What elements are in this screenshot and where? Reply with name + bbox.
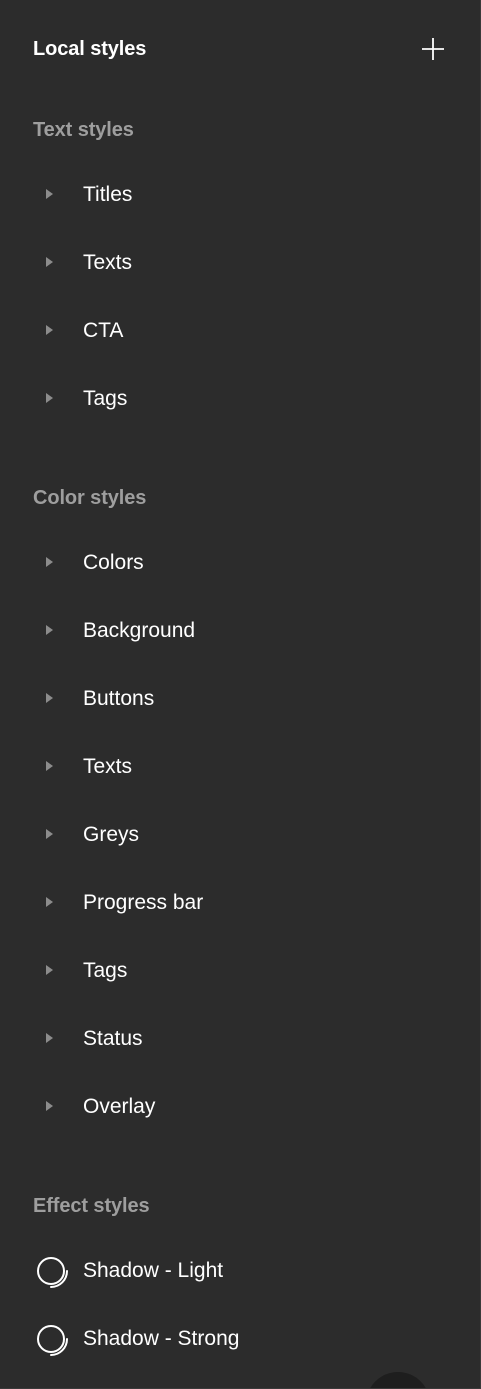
caret-right-icon[interactable] — [46, 1101, 53, 1111]
plus-icon — [422, 38, 444, 60]
local-styles-panel: Local styles Text styles Titles Texts CT… — [0, 0, 481, 1389]
style-group-tags[interactable]: Tags — [0, 937, 480, 1005]
style-group-label: Status — [83, 1027, 143, 1050]
style-group-label: CTA — [83, 319, 124, 342]
style-group-label: Colors — [83, 551, 144, 574]
style-group-label: Titles — [83, 183, 133, 206]
style-group-label: Background — [83, 619, 196, 642]
style-group-overlay[interactable]: Overlay — [0, 1073, 480, 1141]
caret-right-icon[interactable] — [46, 693, 53, 703]
caret-right-icon[interactable] — [46, 1033, 53, 1043]
section-title-effect-styles: Effect styles — [33, 1195, 150, 1217]
style-group-label: Greys — [83, 823, 140, 846]
style-group-label: Overlay — [83, 1095, 156, 1118]
floating-help-button[interactable] — [366, 1372, 430, 1388]
drop-shadow-icon — [37, 1257, 68, 1288]
style-group-texts[interactable]: Texts — [0, 229, 480, 297]
caret-right-icon[interactable] — [46, 965, 53, 975]
style-group-cta[interactable]: CTA — [0, 297, 480, 365]
effect-style-label: Shadow - Strong — [83, 1327, 240, 1350]
effect-style-label: Shadow - Light — [83, 1259, 224, 1282]
caret-right-icon[interactable] — [46, 325, 53, 335]
style-group-label: Texts — [83, 251, 133, 274]
panel-header: Local styles — [0, 0, 480, 98]
caret-right-icon[interactable] — [46, 557, 53, 567]
section-title-color-styles: Color styles — [33, 487, 147, 509]
style-group-label: Texts — [83, 755, 133, 778]
style-group-status[interactable]: Status — [0, 1005, 480, 1073]
style-group-label: Tags — [83, 387, 128, 410]
style-group-colors[interactable]: Colors — [0, 529, 480, 597]
caret-right-icon[interactable] — [46, 625, 53, 635]
style-group-background[interactable]: Background — [0, 597, 480, 665]
style-group-label: Progress bar — [83, 891, 204, 914]
section-title-text-styles: Text styles — [33, 119, 134, 141]
drop-shadow-icon — [37, 1325, 68, 1356]
caret-right-icon[interactable] — [46, 761, 53, 771]
caret-right-icon[interactable] — [46, 829, 53, 839]
style-group-greys[interactable]: Greys — [0, 801, 480, 869]
caret-right-icon[interactable] — [46, 393, 53, 403]
style-group-label: Tags — [83, 959, 128, 982]
effect-style-shadow-strong[interactable]: Shadow - Strong — [0, 1305, 480, 1373]
caret-right-icon[interactable] — [46, 189, 53, 199]
effect-style-shadow-light[interactable]: Shadow - Light — [0, 1237, 480, 1305]
panel-title: Local styles — [33, 38, 147, 60]
caret-right-icon[interactable] — [46, 257, 53, 267]
style-group-titles[interactable]: Titles — [0, 161, 480, 229]
style-group-label: Buttons — [83, 687, 155, 710]
add-style-button[interactable] — [412, 28, 454, 70]
style-group-buttons[interactable]: Buttons — [0, 665, 480, 733]
style-group-tags[interactable]: Tags — [0, 365, 480, 433]
caret-right-icon[interactable] — [46, 897, 53, 907]
style-group-texts[interactable]: Texts — [0, 733, 480, 801]
style-group-progress-bar[interactable]: Progress bar — [0, 869, 480, 937]
